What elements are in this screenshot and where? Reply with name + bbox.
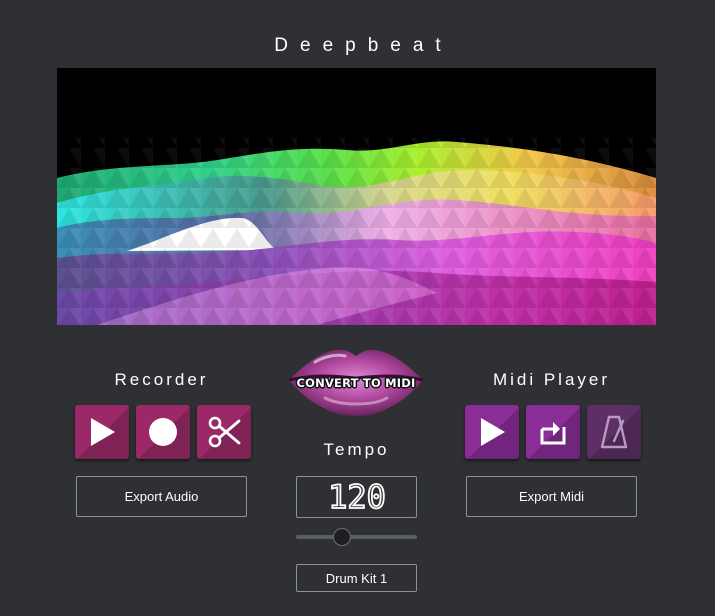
tempo-slider-track bbox=[296, 535, 417, 539]
recorder-controls bbox=[75, 405, 251, 459]
recorder-title: Recorder bbox=[114, 370, 209, 389]
play-icon bbox=[91, 418, 115, 446]
recorder-record-button[interactable] bbox=[136, 405, 190, 459]
record-icon bbox=[149, 418, 177, 446]
export-audio-button[interactable]: Export Audio bbox=[76, 476, 247, 517]
app-title: Deepbeat bbox=[274, 35, 453, 56]
convert-to-midi-button[interactable]: CONVERT TO MIDI bbox=[285, 342, 427, 418]
midi-player-title: Midi Player bbox=[492, 370, 611, 389]
drum-kit-select[interactable]: Drum Kit 1 bbox=[296, 564, 417, 592]
audio-visualizer bbox=[57, 68, 656, 325]
midi-loop-button[interactable] bbox=[526, 405, 580, 459]
recorder-play-button[interactable] bbox=[75, 405, 129, 459]
midi-player-controls bbox=[465, 405, 641, 459]
tempo-slider-thumb[interactable] bbox=[332, 528, 351, 546]
tempo-slider[interactable] bbox=[296, 528, 417, 546]
tempo-title: Tempo bbox=[323, 440, 390, 459]
tempo-value: 120 bbox=[328, 480, 386, 514]
loop-icon bbox=[540, 422, 566, 445]
midi-metronome-button[interactable] bbox=[587, 405, 641, 459]
tempo-display[interactable]: 120 bbox=[296, 476, 417, 518]
recorder-trim-button[interactable] bbox=[197, 405, 251, 459]
scissors-icon bbox=[208, 416, 241, 448]
metronome-icon bbox=[600, 415, 628, 449]
tempo-value-digits: 120 bbox=[327, 480, 387, 514]
play-icon bbox=[481, 418, 505, 446]
convert-to-midi-label: CONVERT TO MIDI bbox=[296, 376, 416, 390]
midi-play-button[interactable] bbox=[465, 405, 519, 459]
export-midi-button[interactable]: Export Midi bbox=[466, 476, 637, 517]
waveform-terrain-graphic bbox=[57, 138, 656, 325]
